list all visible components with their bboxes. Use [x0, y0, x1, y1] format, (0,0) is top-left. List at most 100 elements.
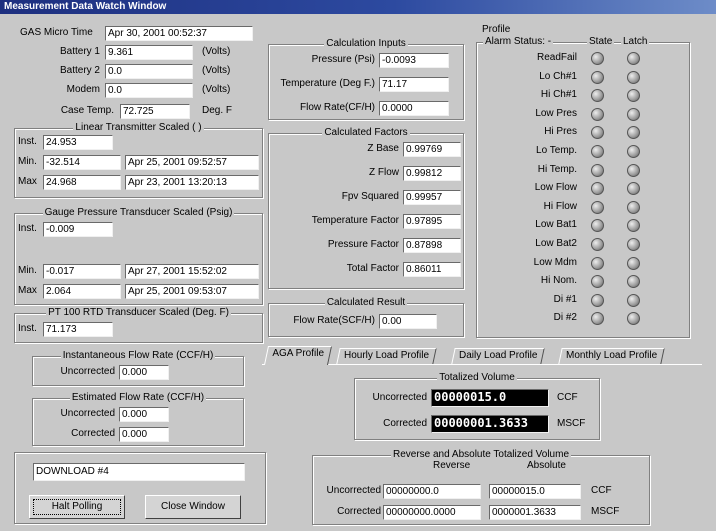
reverse-uncorrected-field[interactable]: 00000000.0: [383, 484, 481, 499]
alarm-latch-indicator-icon[interactable]: [627, 200, 640, 214]
tab-daily-load-profile[interactable]: Daily Load Profile: [451, 348, 546, 364]
flow-rate-label: Flow Rate(CF/H): [299, 102, 375, 113]
alarm-state-indicator-icon: [591, 107, 604, 121]
modem-field[interactable]: 0.0: [105, 83, 193, 98]
tab-hourly-load-profile[interactable]: Hourly Load Profile: [336, 348, 437, 364]
alarm-latch-indicator-icon[interactable]: [627, 70, 640, 84]
flow-rate-field[interactable]: 0.0000: [379, 101, 449, 116]
alarm-latch-indicator-icon[interactable]: [627, 219, 640, 233]
gauge-max-time-field[interactable]: Apr 25, 2001 09:53:07: [125, 284, 259, 299]
est-flow-corrected-label: Corrected: [71, 428, 115, 439]
rev-abs-corrected-label: Corrected: [337, 506, 381, 517]
gauge-min-time-field[interactable]: Apr 27, 2001 15:52:02: [125, 264, 259, 279]
zbase-field[interactable]: 0.99769: [403, 142, 461, 157]
totalized-volume-group: Totalized Volume Uncorrected 00000015.0 …: [354, 372, 600, 440]
linear-min-time-field[interactable]: Apr 25, 2001 09:52:57: [125, 155, 259, 170]
totalized-uncorrected-field[interactable]: 00000015.0: [431, 389, 549, 407]
status-text-field[interactable]: DOWNLOAD #4: [33, 463, 245, 481]
temperature-field[interactable]: 71.17: [379, 77, 449, 92]
gauge-pressure-title: Gauge Pressure Transducer Scaled (Psig): [42, 207, 235, 218]
case-temp-field[interactable]: 72.725: [120, 104, 190, 119]
alarm-row: Low Mdm: [477, 256, 687, 272]
halt-polling-button[interactable]: Halt Polling: [29, 495, 125, 519]
reverse-corrected-field[interactable]: 00000000.0000: [383, 505, 481, 520]
alarm-label: ReadFail: [536, 52, 577, 63]
battery1-unit: (Volts): [202, 46, 231, 57]
alarm-row: Di #2: [477, 311, 687, 327]
calculation-inputs-title: Calculation Inputs: [324, 38, 408, 49]
battery1-field[interactable]: 9.361: [105, 45, 193, 60]
alarm-latch-indicator-icon[interactable]: [627, 182, 640, 196]
est-flow-uncorrected-field[interactable]: 0.000: [119, 407, 169, 422]
absolute-uncorrected-field[interactable]: 00000015.0: [489, 484, 581, 499]
alarm-label: Di #2: [553, 312, 577, 324]
alarm-latch-indicator-icon[interactable]: [627, 256, 640, 270]
calculated-factors-group: Calculated Factors Z Base 0.99769 Z Flow…: [268, 127, 464, 289]
alarm-latch-indicator-icon[interactable]: [627, 126, 640, 140]
alarm-latch-indicator-icon[interactable]: [627, 145, 640, 158]
reverse-absolute-group: Reverse and Absolute Totalized Volume Re…: [312, 449, 650, 525]
alarm-state-indicator-icon: [591, 126, 604, 140]
pressure-field[interactable]: -0.0093: [379, 53, 449, 68]
close-window-button[interactable]: Close Window: [145, 495, 241, 519]
tab-monthly-load-profile[interactable]: Monthly Load Profile: [558, 348, 665, 364]
result-flow-label: Flow Rate(SCF/H): [293, 315, 375, 326]
state-column-label: State: [587, 35, 615, 49]
alarm-label: Low Bat1: [535, 219, 577, 231]
alarm-latch-indicator-icon[interactable]: [627, 312, 640, 326]
est-flow-corrected-field[interactable]: 0.000: [119, 427, 169, 442]
absolute-header: Absolute: [527, 460, 566, 471]
alarm-label: Low Mdm: [533, 256, 577, 268]
tab-aga-profile[interactable]: AGA Profile: [263, 346, 332, 365]
alarm-label: Hi Ch#1: [540, 89, 577, 101]
gauge-min-field[interactable]: -0.017: [43, 264, 121, 279]
linear-min-field[interactable]: -32.514: [43, 155, 121, 170]
gas-micro-time-label: GAS Micro Time: [20, 27, 93, 38]
alarm-latch-indicator-icon[interactable]: [627, 107, 640, 121]
fpv-squared-field[interactable]: 0.99957: [403, 190, 461, 205]
zflow-field[interactable]: 0.99812: [403, 166, 461, 181]
totalized-corrected-field[interactable]: 00000001.3633: [431, 415, 549, 433]
absolute-corrected-field[interactable]: 0000001.3633: [489, 505, 581, 520]
alarm-label: Hi Temp.: [537, 163, 577, 175]
linear-inst-field[interactable]: 24.953: [43, 135, 113, 150]
alarm-latch-indicator-icon[interactable]: [627, 89, 640, 103]
inst-flow-uncorrected-field[interactable]: 0.000: [119, 365, 169, 380]
case-temp-unit: Deg. F: [202, 105, 233, 116]
gas-micro-time-field[interactable]: Apr 30, 2001 00:52:37: [105, 26, 253, 41]
alarm-label: Hi Nom.: [540, 275, 577, 287]
temperature-factor-field[interactable]: 0.97895: [403, 214, 461, 229]
alarm-latch-indicator-icon[interactable]: [627, 293, 640, 307]
alarm-state-indicator-icon: [591, 89, 604, 103]
pt100-inst-label: Inst.: [18, 323, 37, 334]
alarm-label: Low Flow: [534, 182, 577, 194]
alarm-state-indicator-icon: [591, 256, 604, 270]
alarm-latch-indicator-icon[interactable]: [627, 52, 640, 65]
alarm-row: Hi Pres: [477, 125, 687, 141]
alarm-row: Di #1: [477, 293, 687, 309]
battery2-label: Battery 2: [59, 65, 100, 76]
total-factor-field[interactable]: 0.86011: [403, 262, 461, 277]
inst-flow-uncorrected-label: Uncorrected: [60, 366, 115, 377]
linear-max-field[interactable]: 24.968: [43, 175, 121, 190]
alarm-row: Low Bat2: [477, 237, 687, 253]
battery2-field[interactable]: 0.0: [105, 64, 193, 79]
alarm-row: Hi Nom.: [477, 274, 687, 290]
window-title-bar[interactable]: Measurement Data Watch Window: [0, 0, 716, 14]
result-flow-field[interactable]: 0.00: [379, 314, 437, 329]
pressure-factor-label: Pressure Factor: [327, 239, 399, 250]
linear-max-time-field[interactable]: Apr 23, 2001 13:20:13: [125, 175, 259, 190]
gauge-max-field[interactable]: 2.064: [43, 284, 121, 299]
rev-abs-corrected-unit: MSCF: [591, 506, 620, 517]
linear-transmitter-group: Linear Transmitter Scaled ( ) Inst. 24.9…: [14, 122, 263, 198]
pt100-inst-field[interactable]: 71.173: [43, 322, 113, 337]
alarm-latch-indicator-icon[interactable]: [627, 275, 640, 289]
alarm-latch-indicator-icon[interactable]: [627, 238, 640, 251]
alarm-state-indicator-icon: [591, 219, 604, 233]
alarm-latch-indicator-icon[interactable]: [627, 163, 640, 177]
gauge-inst-field[interactable]: -0.009: [43, 222, 113, 237]
pressure-factor-field[interactable]: 0.87898: [403, 238, 461, 253]
case-temp-label: Case Temp.: [60, 105, 114, 116]
calculated-result-group: Calculated Result Flow Rate(SCF/H) 0.00: [268, 297, 464, 337]
estimated-flow-group: Estimated Flow Rate (CCF/H) Uncorrected …: [32, 392, 244, 446]
